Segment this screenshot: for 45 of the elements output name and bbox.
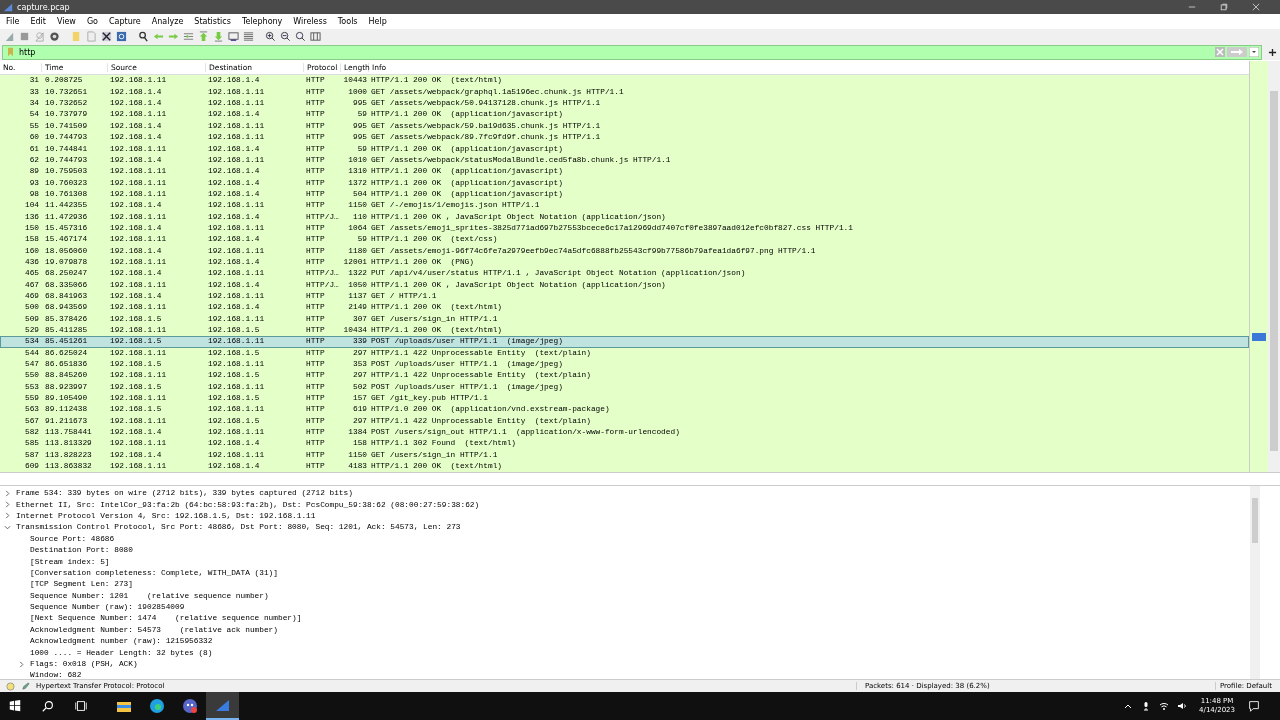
menu-item[interactable]: Wireless <box>292 17 332 27</box>
monitor-icon[interactable] <box>228 30 239 42</box>
magnifier-icon[interactable] <box>295 30 306 42</box>
columns-icon[interactable] <box>310 30 321 42</box>
menu-item[interactable]: Analyze <box>150 17 189 27</box>
menu-item[interactable]: Edit <box>29 17 51 27</box>
menu-item[interactable]: File <box>5 17 25 27</box>
menu-item[interactable]: Go <box>85 17 103 27</box>
wifi-icon[interactable] <box>1159 701 1170 711</box>
gear-icon[interactable] <box>49 30 60 42</box>
zoom-out-icon[interactable] <box>280 30 291 42</box>
menu-item[interactable]: Telephony <box>240 17 288 27</box>
maximize-icon[interactable] <box>1220 3 1228 12</box>
menu-item[interactable]: Tools <box>336 17 363 27</box>
stop-icon[interactable] <box>19 30 30 42</box>
task-view-icon[interactable] <box>74 699 88 713</box>
speaker-icon[interactable] <box>1177 701 1188 711</box>
add-icon[interactable] <box>1268 47 1277 57</box>
restart-icon[interactable] <box>34 30 45 42</box>
status-circle-icon[interactable] <box>6 681 15 691</box>
list-icon[interactable] <box>183 30 194 42</box>
display-filter-field[interactable]: http <box>2 44 1262 60</box>
start-icon[interactable] <box>8 699 22 713</box>
reload-icon[interactable] <box>116 30 127 42</box>
taskbar-button[interactable] <box>206 692 239 720</box>
zoom-in-icon[interactable] <box>265 30 276 42</box>
menu-item[interactable]: Capture <box>107 17 146 27</box>
chat-icon <box>181 698 198 714</box>
search-icon[interactable] <box>138 30 149 42</box>
lines-icon[interactable] <box>243 30 254 42</box>
window-title: capture.pcap <box>17 2 70 12</box>
menu-item[interactable]: Help <box>367 17 392 27</box>
app-icon <box>3 2 13 13</box>
shark-fin-icon <box>214 697 231 713</box>
close-file-icon[interactable] <box>101 30 112 42</box>
scrollbar[interactable] <box>1250 486 1260 680</box>
pencil-icon[interactable] <box>21 681 30 691</box>
dropdown-icon[interactable] <box>1249 47 1259 58</box>
menu-item[interactable]: Statistics <box>193 17 236 27</box>
scrollbar[interactable] <box>1268 61 1280 473</box>
search-icon[interactable] <box>41 699 55 713</box>
browser-icon <box>148 698 165 714</box>
close-icon[interactable] <box>1252 3 1260 12</box>
notification-icon[interactable] <box>1247 699 1261 713</box>
menu-item[interactable]: View <box>55 17 81 27</box>
